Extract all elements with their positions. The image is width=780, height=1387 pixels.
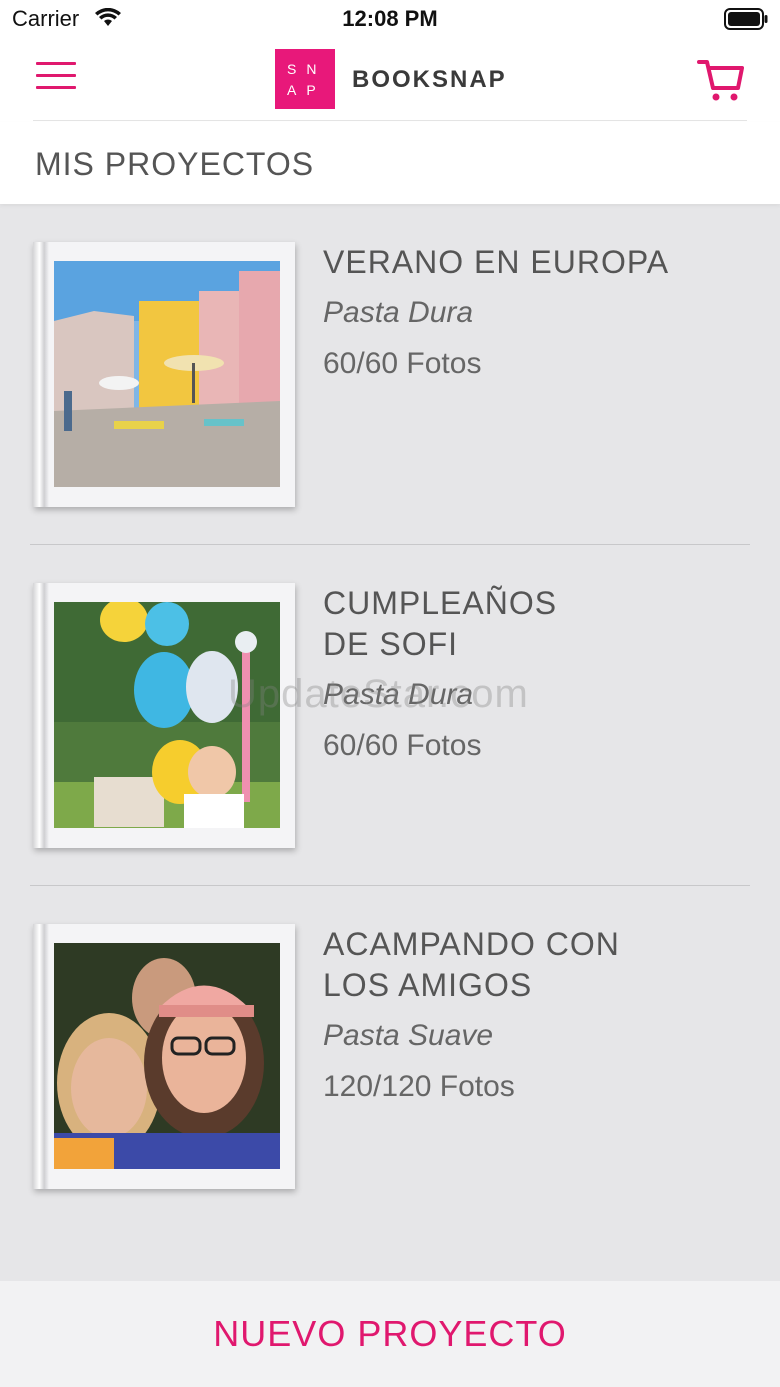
section-header: MIS PROYECTOS bbox=[0, 122, 780, 204]
book-cover bbox=[33, 924, 295, 1189]
project-card[interactable]: VERANO EN EUROPA Pasta Dura 60/60 Fotos bbox=[0, 242, 780, 583]
clock: 12:08 PM bbox=[342, 6, 438, 31]
project-cover-type: Pasta Dura bbox=[323, 296, 474, 329]
cart-icon[interactable] bbox=[696, 56, 746, 104]
navbar: SN AP BOOKSNAP bbox=[0, 40, 780, 122]
status-bar: Carrier 12:08 PM bbox=[0, 0, 780, 40]
brand-logo: SN AP bbox=[275, 49, 335, 109]
logo-line-1: SN bbox=[287, 61, 327, 77]
battery-icon bbox=[724, 8, 768, 30]
row-divider bbox=[30, 544, 750, 545]
nav-divider bbox=[33, 120, 747, 121]
project-cover-type: Pasta Suave bbox=[323, 1019, 494, 1052]
project-photo-count: 120/120 Fotos bbox=[323, 1070, 515, 1103]
row-divider bbox=[30, 885, 750, 886]
project-card[interactable]: CUMPLEAÑOS DE SOFI Pasta Dura 60/60 Foto… bbox=[0, 583, 780, 924]
watermark: UpdateStar.com bbox=[228, 672, 529, 716]
project-card[interactable]: ACAMPANDO CON LOS AMIGOS Pasta Suave 120… bbox=[0, 924, 780, 1265]
page-title: MIS PROYECTOS bbox=[35, 146, 315, 182]
project-title: CUMPLEAÑOS DE SOFI bbox=[323, 585, 558, 662]
new-project-button[interactable]: NUEVO PROYECTO bbox=[213, 1313, 566, 1355]
project-photo-count: 60/60 Fotos bbox=[323, 729, 482, 762]
brand-name: BOOKSNAP bbox=[352, 66, 507, 93]
project-title: ACAMPANDO CON LOS AMIGOS bbox=[323, 926, 620, 1003]
project-photo-count: 60/60 Fotos bbox=[323, 347, 482, 380]
bottom-bar: NUEVO PROYECTO bbox=[0, 1281, 780, 1387]
project-title: VERANO EN EUROPA bbox=[323, 244, 670, 280]
project-photo bbox=[54, 261, 280, 487]
hamburger-menu-icon[interactable] bbox=[36, 62, 76, 98]
logo-line-2: AP bbox=[287, 82, 326, 98]
book-cover bbox=[33, 242, 295, 507]
project-photo bbox=[54, 943, 280, 1169]
